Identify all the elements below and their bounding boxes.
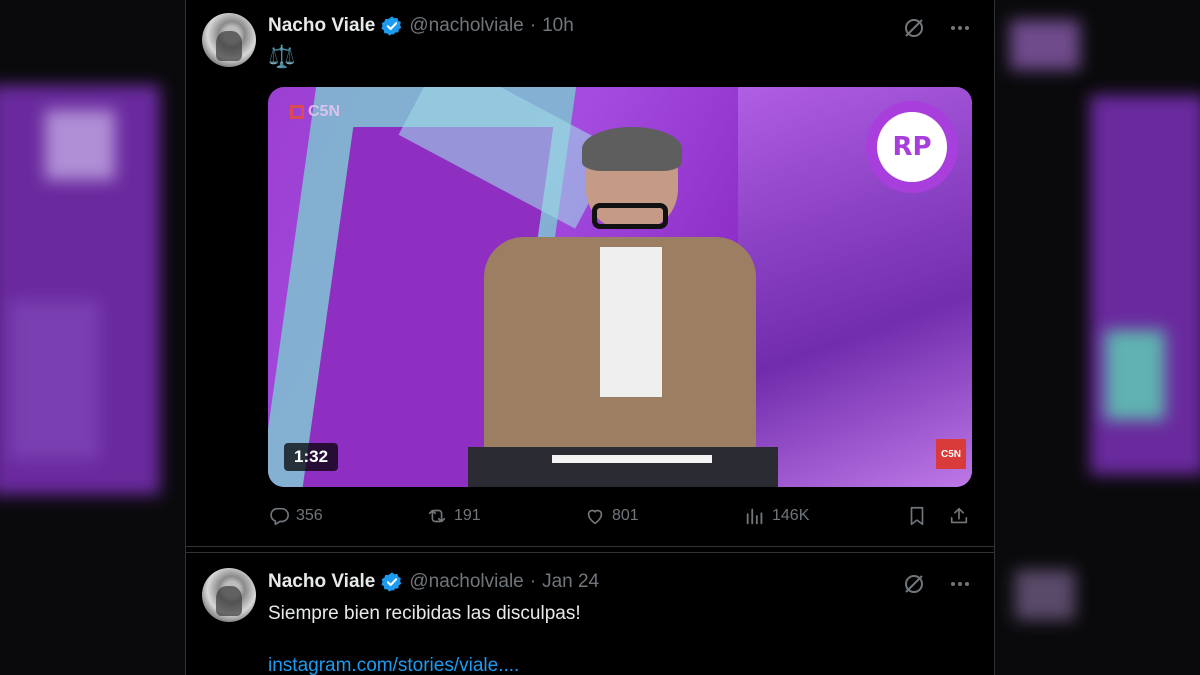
author-name[interactable]: Nacho Viale — [268, 571, 375, 593]
blurred-shape-left-2 — [10, 300, 100, 460]
blurred-shape-right — [1105, 330, 1165, 420]
presenter-shirt — [600, 247, 662, 397]
author-handle[interactable]: @nacholviale — [409, 571, 523, 593]
blurred-avatar-right — [1010, 20, 1080, 70]
blurred-background-left — [0, 0, 185, 675]
tweet-top-actions — [902, 16, 972, 40]
grok-icon[interactable] — [902, 572, 926, 596]
avatar[interactable] — [202, 13, 256, 67]
author-handle[interactable]: @nacholviale — [409, 15, 523, 37]
tweet-action-bar: 356 191 801 146K — [268, 505, 972, 531]
channel-watermark: C5N — [290, 103, 340, 121]
rp-logo-text: RP — [877, 112, 947, 182]
tweet-text: Siempre bien recibidas las disculpas! — [268, 603, 581, 624]
blurred-shape-left — [45, 110, 115, 180]
video-player[interactable]: C5N RP C5N 1:32 — [268, 87, 972, 487]
video-duration: 1:32 — [284, 443, 339, 471]
rp-logo: RP — [866, 101, 958, 193]
tweet-top-actions — [902, 572, 972, 596]
tweet-link[interactable]: instagram.com/stories/viale.... — [268, 655, 519, 675]
grok-icon[interactable] — [902, 16, 926, 40]
repost-button[interactable]: 191 — [426, 505, 481, 527]
news-desk — [468, 447, 778, 487]
like-button[interactable]: 801 — [584, 505, 639, 527]
like-count: 801 — [612, 507, 639, 524]
bookmark-icon — [910, 506, 924, 526]
separator: · — [529, 571, 537, 592]
tweet[interactable]: Nacho Viale @nacholviale · 10h ⚖️ C5N RP… — [186, 0, 994, 547]
tweet-header: Nacho Viale @nacholviale · Jan 24 — [268, 571, 599, 593]
more-icon[interactable] — [948, 572, 972, 596]
channel-square-icon — [290, 105, 304, 119]
reply-button[interactable]: 356 — [268, 505, 323, 527]
separator: · — [529, 15, 537, 36]
tweet-emoji: ⚖️ — [268, 44, 296, 69]
repost-icon — [428, 509, 446, 523]
bookmark-button[interactable] — [906, 505, 928, 527]
presenter-hair — [582, 127, 682, 171]
presenter-glasses — [592, 203, 668, 229]
tweet[interactable]: Nacho Viale @nacholviale · Jan 24 Siempr… — [186, 552, 994, 675]
avatar[interactable] — [202, 568, 256, 622]
share-button[interactable] — [948, 505, 970, 527]
channel-corner-logo: C5N — [936, 439, 966, 469]
views-icon — [746, 508, 763, 525]
views-count: 146K — [772, 507, 810, 524]
verified-badge-icon — [381, 16, 402, 36]
reply-icon — [270, 507, 289, 526]
timestamp[interactable]: Jan 24 — [542, 571, 599, 593]
more-icon[interactable] — [948, 16, 972, 40]
blurred-background-right — [995, 0, 1200, 675]
views-button[interactable]: 146K — [744, 505, 809, 527]
tweet-header: Nacho Viale @nacholviale · 10h — [268, 15, 574, 37]
repost-count: 191 — [454, 507, 481, 524]
author-name[interactable]: Nacho Viale — [268, 15, 375, 37]
share-icon — [950, 507, 968, 524]
timestamp[interactable]: 10h — [542, 15, 574, 37]
timeline: Nacho Viale @nacholviale · 10h ⚖️ C5N RP… — [185, 0, 995, 675]
blurred-avatar-right-2 — [1015, 570, 1075, 620]
reply-count: 356 — [296, 507, 323, 524]
channel-name: C5N — [308, 103, 341, 120]
like-icon — [587, 509, 603, 525]
verified-badge-icon — [381, 572, 402, 592]
desk-paper — [552, 455, 712, 463]
